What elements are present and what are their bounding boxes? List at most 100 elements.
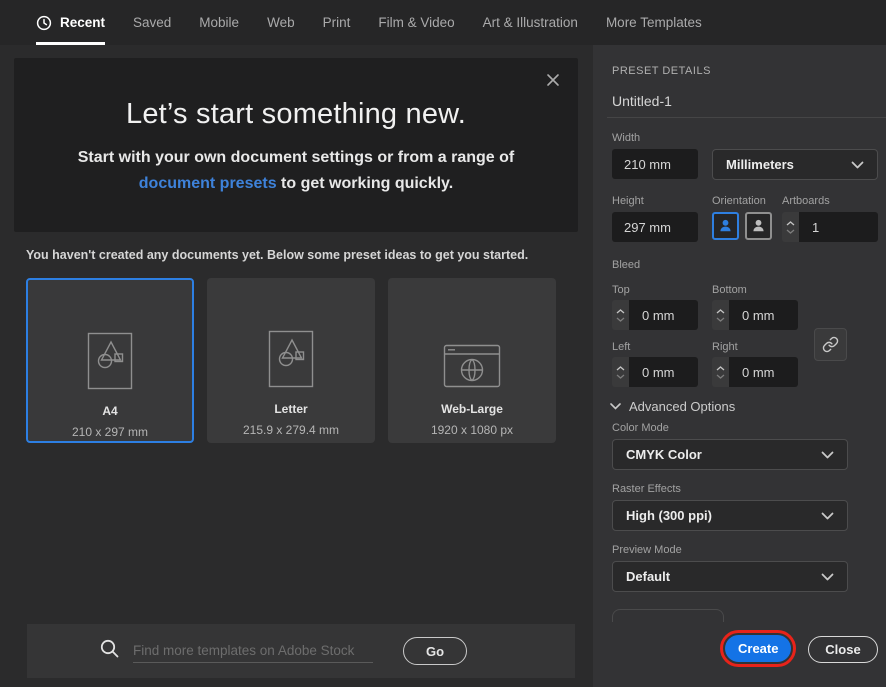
document-shapes-icon	[268, 292, 314, 388]
tab-print[interactable]: Print	[323, 0, 351, 45]
bleed-top-field: 0 mm	[629, 300, 698, 330]
search-icon	[99, 638, 120, 664]
go-button[interactable]: Go	[403, 637, 467, 665]
advanced-options-toggle[interactable]: Advanced Options	[610, 399, 735, 414]
create-button[interactable]: Create	[725, 635, 791, 662]
tab-label: More Templates	[606, 15, 702, 30]
portrait-person-icon[interactable]	[712, 212, 739, 240]
chevron-down-icon	[716, 374, 725, 379]
artboards-stepper	[782, 212, 878, 242]
stepper-buttons[interactable]	[712, 300, 729, 330]
tab-web[interactable]: Web	[267, 0, 295, 45]
raster-effects-label: Raster Effects	[612, 483, 681, 495]
height-field	[612, 212, 698, 242]
height-input[interactable]	[612, 220, 698, 235]
width-input[interactable]	[612, 157, 698, 172]
bleed-top-label: Top	[612, 284, 630, 296]
raster-effects-dropdown[interactable]: High (300 ppi)	[612, 500, 848, 531]
bleed-label: Bleed	[612, 259, 640, 271]
height-label: Height	[612, 195, 644, 207]
chevron-down-icon	[821, 446, 834, 464]
close-icon[interactable]	[544, 72, 562, 90]
document-presets-link[interactable]: document presets	[139, 175, 277, 192]
bleed-link-toggle[interactable]	[814, 328, 847, 361]
preset-dimensions: 210 x 297 mm	[72, 425, 148, 439]
empty-documents-note: You haven't created any documents yet. B…	[26, 248, 528, 262]
tab-recent[interactable]: Recent	[36, 0, 105, 45]
tab-art-illustration[interactable]: Art & Illustration	[483, 0, 578, 45]
bleed-right-label: Right	[712, 341, 738, 353]
bleed-left-value[interactable]: 0 mm	[629, 365, 698, 380]
chevron-down-icon	[610, 403, 621, 410]
browser-globe-icon	[443, 292, 501, 388]
tab-label: Print	[323, 15, 351, 30]
stepper-buttons[interactable]	[612, 357, 629, 387]
orientation-label: Orientation	[712, 195, 766, 207]
document-shapes-icon	[87, 294, 133, 390]
stepper-buttons[interactable]	[782, 212, 799, 242]
bleed-right-value[interactable]: 0 mm	[729, 365, 798, 380]
artboards-field	[799, 212, 878, 242]
chevron-down-icon	[616, 317, 625, 322]
tab-label: Mobile	[199, 15, 239, 30]
chevron-up-icon	[616, 309, 625, 314]
bleed-bottom-field: 0 mm	[729, 300, 798, 330]
preset-details-panel: PRESET DETAILS Untitled-1 Width Millimet…	[593, 45, 886, 687]
preset-name: Web-Large	[441, 402, 503, 416]
landscape-person-icon[interactable]	[745, 212, 772, 240]
artboards-label: Artboards	[782, 195, 830, 207]
bleed-bottom-label: Bottom	[712, 284, 747, 296]
chevron-up-icon	[716, 309, 725, 314]
preset-card-a4[interactable]: A4 210 x 297 mm	[26, 278, 194, 443]
bleed-bottom-value[interactable]: 0 mm	[729, 308, 798, 323]
tab-film-video[interactable]: Film & Video	[378, 0, 454, 45]
preset-name: A4	[102, 404, 117, 418]
bleed-top-value[interactable]: 0 mm	[629, 308, 698, 323]
bleed-right-stepper: 0 mm	[712, 357, 798, 387]
preset-dimensions: 1920 x 1080 px	[431, 423, 513, 437]
welcome-banner: Let’s start something new. Start with yo…	[14, 58, 578, 232]
bleed-bottom-stepper: 0 mm	[712, 300, 798, 330]
width-field	[612, 149, 698, 179]
chevron-down-icon	[851, 156, 864, 174]
search-input[interactable]	[133, 639, 373, 663]
chevron-up-icon	[716, 366, 725, 371]
link-icon	[822, 336, 839, 353]
document-name-field[interactable]: Untitled-1	[612, 93, 672, 109]
chevron-down-icon	[616, 374, 625, 379]
bleed-left-label: Left	[612, 341, 630, 353]
units-dropdown[interactable]: Millimeters	[712, 149, 878, 180]
bleed-top-stepper: 0 mm	[612, 300, 698, 330]
preset-card-web-large[interactable]: Web-Large 1920 x 1080 px	[388, 278, 556, 443]
preset-card-letter[interactable]: Letter 215.9 x 279.4 mm	[207, 278, 375, 443]
chevron-down-icon	[786, 229, 795, 234]
banner-subtitle-text: Start with your own document settings or…	[78, 149, 514, 166]
stepper-buttons[interactable]	[712, 357, 729, 387]
clipped-control	[612, 609, 724, 622]
preview-mode-value: Default	[626, 569, 670, 584]
preview-mode-dropdown[interactable]: Default	[612, 561, 848, 592]
banner-title: Let’s start something new.	[14, 98, 578, 131]
stepper-buttons[interactable]	[612, 300, 629, 330]
tab-label: Recent	[60, 15, 105, 30]
chevron-down-icon	[716, 317, 725, 322]
color-mode-dropdown[interactable]: CMYK Color	[612, 439, 848, 470]
tab-more-templates[interactable]: More Templates	[606, 0, 702, 45]
preset-cards: A4 210 x 297 mm Letter 215.9 x 279.4 mm	[26, 278, 556, 443]
panel-title: PRESET DETAILS	[612, 65, 711, 77]
preview-mode-label: Preview Mode	[612, 544, 682, 556]
bleed-left-field: 0 mm	[629, 357, 698, 387]
raster-effects-value: High (300 ppi)	[626, 508, 712, 523]
tab-label: Art & Illustration	[483, 15, 578, 30]
advanced-options-label: Advanced Options	[629, 399, 735, 414]
banner-subtitle-text: to get working quickly.	[277, 175, 454, 192]
tab-label: Web	[267, 15, 295, 30]
width-label: Width	[612, 132, 640, 144]
bleed-left-stepper: 0 mm	[612, 357, 698, 387]
close-button[interactable]: Close	[808, 636, 878, 663]
tab-saved[interactable]: Saved	[133, 0, 171, 45]
artboards-input[interactable]	[799, 220, 878, 235]
tab-label: Saved	[133, 15, 171, 30]
orientation-group	[712, 212, 772, 240]
tab-mobile[interactable]: Mobile	[199, 0, 239, 45]
